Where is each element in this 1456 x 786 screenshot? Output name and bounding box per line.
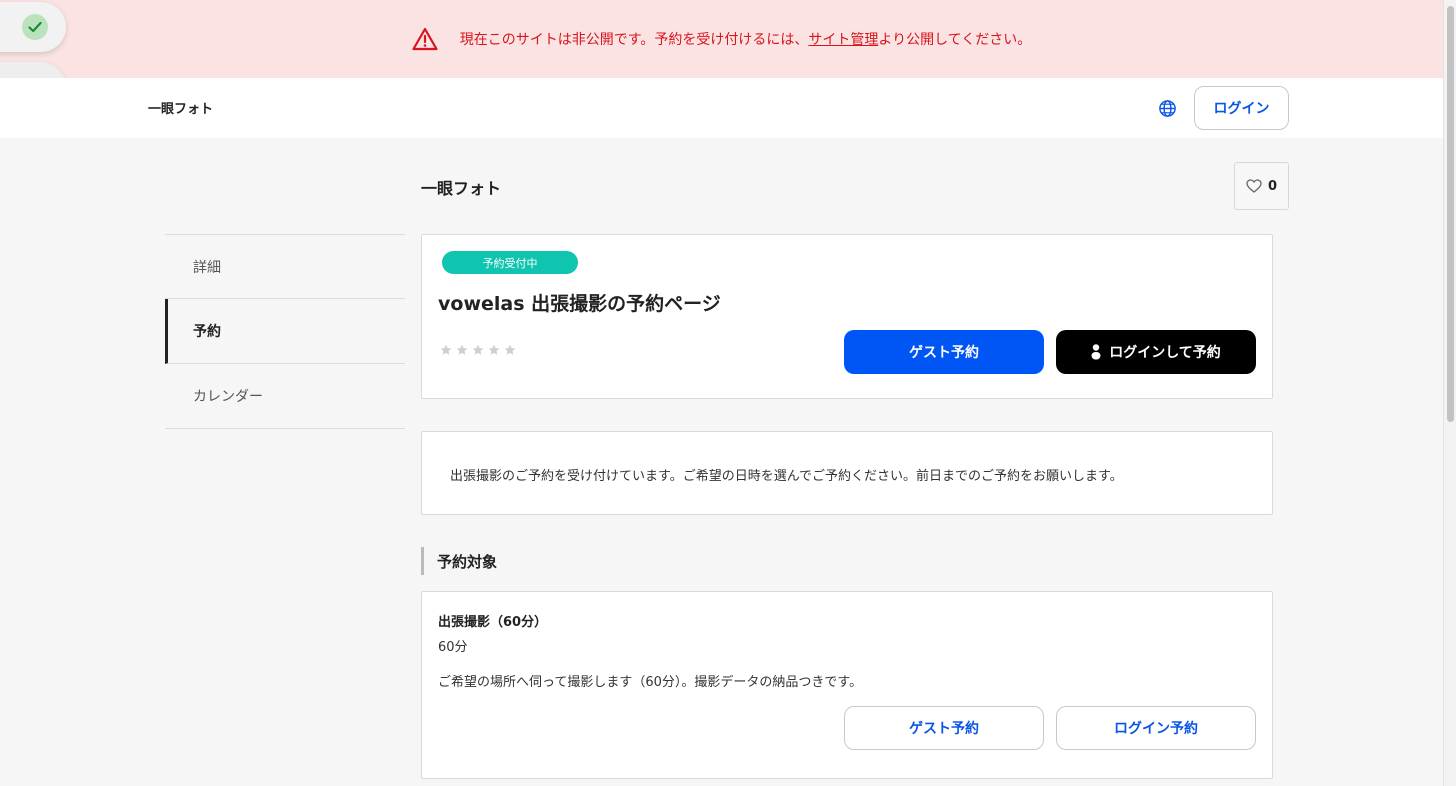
status-badge: 予約受付中 (442, 251, 578, 274)
nav-item-reservation[interactable]: 予約 (165, 299, 405, 364)
favorite-button[interactable]: 0 (1234, 162, 1289, 210)
globe-icon[interactable] (1158, 99, 1177, 118)
star-icon (440, 344, 452, 355)
page-title: 一眼フォト (421, 179, 502, 198)
user-icon (1091, 344, 1101, 360)
service-duration: 60分 (438, 640, 468, 655)
star-icon (472, 344, 484, 355)
alert-text-before: 現在このサイトは非公開です。予約を受け付けるには、 (459, 32, 809, 48)
unpublished-alert: 現在このサイトは非公開です。予約を受け付けるには、 サイト管理 より公開してください… (0, 0, 1443, 78)
service-login-reserve-button[interactable]: ログイン予約 (1056, 706, 1256, 750)
warning-triangle-icon (412, 27, 438, 51)
service-guest-reserve-button[interactable]: ゲスト予約 (844, 706, 1044, 750)
rating-stars (440, 344, 516, 356)
success-toast[interactable] (0, 2, 66, 52)
booking-description: 出張撮影のご予約を受け付けています。ご希望の日時を選んでご予約ください。前日まで… (450, 469, 1123, 484)
booking-card: 予約受付中 vowelas 出張撮影の予約ページ ゲスト予約 ログインして予約 (421, 234, 1273, 399)
scroll-thumb[interactable] (1447, 6, 1454, 422)
login-button[interactable]: ログイン (1194, 86, 1289, 130)
site-name[interactable]: 一眼フォト (148, 98, 213, 117)
booking-title: vowelas 出張撮影の予約ページ (438, 293, 721, 315)
guest-reserve-button[interactable]: ゲスト予約 (844, 330, 1044, 374)
login-reserve-label: ログインして予約 (1109, 345, 1221, 361)
star-icon (488, 344, 500, 355)
favorite-count: 0 (1267, 178, 1278, 194)
scrollbar[interactable] (1443, 0, 1456, 786)
check-icon (22, 14, 48, 40)
alert-text-after: より公開してください。 (878, 32, 1032, 48)
site-admin-link[interactable]: サイト管理 (808, 29, 878, 49)
star-icon (456, 344, 468, 355)
service-card: 出張撮影（60分） 60分 ご希望の場所へ伺って撮影します（60分）。撮影データ… (421, 591, 1273, 779)
site-header: 一眼フォト ログイン (0, 78, 1443, 138)
heart-icon (1246, 179, 1262, 193)
description-card: 出張撮影のご予約を受け付けています。ご希望の日時を選んでご予約ください。前日まで… (421, 431, 1273, 515)
login-reserve-button[interactable]: ログインして予約 (1056, 330, 1256, 374)
section-heading: 予約対象 (421, 547, 497, 575)
service-description: ご希望の場所へ伺って撮影します（60分）。撮影データの納品つきです。 (438, 675, 863, 690)
service-name: 出張撮影（60分） (438, 615, 548, 630)
nav-item-details[interactable]: 詳細 (165, 234, 405, 299)
side-nav: 詳細 予約 カレンダー (165, 234, 405, 429)
nav-item-calendar[interactable]: カレンダー (165, 364, 405, 429)
star-icon (504, 344, 516, 355)
